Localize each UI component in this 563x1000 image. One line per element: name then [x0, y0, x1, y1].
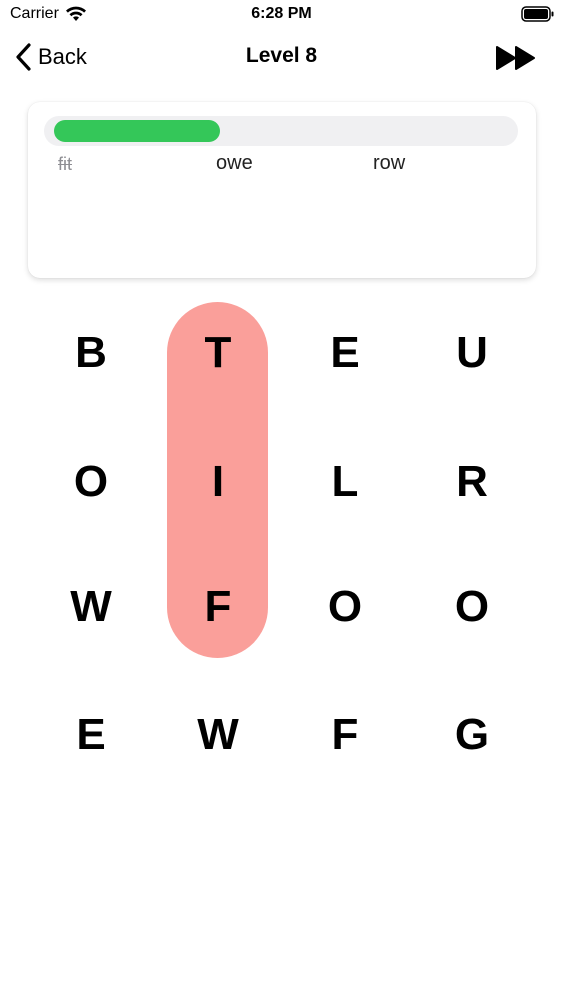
- letter-cell[interactable]: E: [36, 690, 146, 780]
- letter-cell[interactable]: E: [290, 308, 400, 398]
- letter-cell[interactable]: R: [417, 437, 527, 527]
- letter-cell[interactable]: L: [290, 437, 400, 527]
- page-title: Level 8: [245, 44, 318, 67]
- word-item-fit: fit: [58, 154, 73, 174]
- status-time: 6:28 PM: [251, 5, 312, 22]
- battery-icon: [521, 6, 554, 22]
- letter-cell[interactable]: T: [163, 308, 273, 398]
- letter-cell[interactable]: G: [417, 690, 527, 780]
- letter-cell[interactable]: O: [290, 562, 400, 652]
- word-item-row: row: [373, 152, 406, 174]
- fast-forward-icon[interactable]: [495, 44, 537, 72]
- letter-cell[interactable]: W: [36, 562, 146, 652]
- word-list-card: fit owe row: [28, 102, 536, 278]
- word-item-owe: owe: [216, 152, 253, 174]
- letter-cell[interactable]: W: [163, 690, 273, 780]
- letter-cell[interactable]: I: [163, 437, 273, 527]
- status-bar: Carrier 6:28 PM: [0, 0, 563, 30]
- letter-cell[interactable]: O: [417, 562, 527, 652]
- progress-track: [44, 116, 518, 146]
- letter-cell[interactable]: F: [163, 562, 273, 652]
- letter-cell[interactable]: F: [290, 690, 400, 780]
- progress-fill: [54, 120, 220, 142]
- letter-cell[interactable]: B: [36, 308, 146, 398]
- letter-cell[interactable]: O: [36, 437, 146, 527]
- letter-cell[interactable]: U: [417, 308, 527, 398]
- letter-grid[interactable]: BTEUOILRWFOOEWFG: [0, 290, 563, 800]
- nav-bar: Back Level 8: [0, 34, 563, 80]
